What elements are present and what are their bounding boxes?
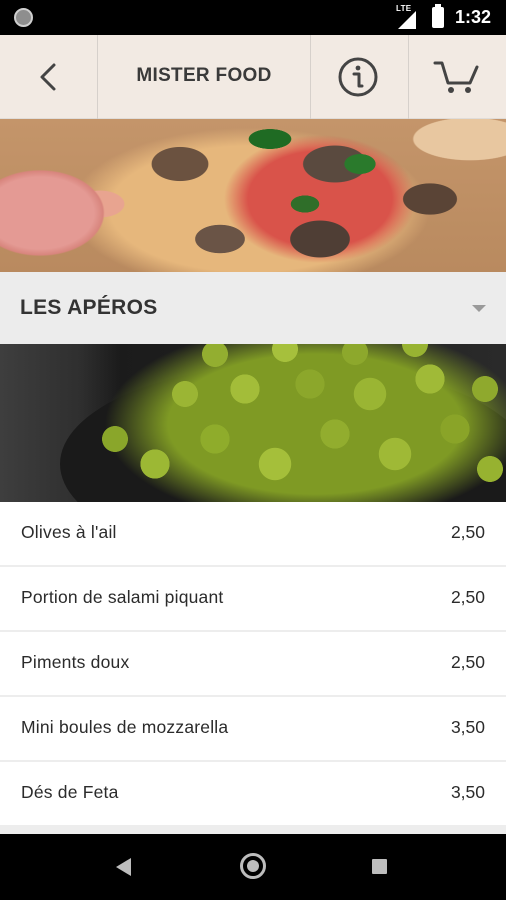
nav-home-icon[interactable] — [240, 853, 266, 879]
menu-item-price: 2,50 — [450, 652, 485, 672]
signal-icon — [398, 11, 416, 29]
menu-item-name: Dés de Feta — [21, 782, 119, 802]
notification-dot-icon — [14, 8, 33, 27]
header-hero: MISTER FOOD — [0, 35, 506, 272]
category-image — [0, 344, 506, 502]
nav-back-icon[interactable] — [116, 858, 131, 876]
menu-item[interactable]: Portion de salami piquant 2,50 — [0, 567, 506, 630]
menu-item[interactable]: Dés de Feta 3,50 — [0, 762, 506, 825]
menu-list: Olives à l'ail 2,50 Portion de salami pi… — [0, 502, 506, 834]
menu-item-name: Olives à l'ail — [21, 522, 117, 542]
category-label: LES APÉROS — [20, 296, 158, 319]
info-icon[interactable] — [336, 55, 380, 99]
status-time: 1:32 — [455, 7, 492, 27]
battery-icon — [432, 4, 444, 28]
menu-item-price: 2,50 — [450, 587, 485, 607]
menu-item[interactable]: Piments doux 2,50 — [0, 632, 506, 695]
cart-icon[interactable] — [433, 55, 481, 97]
app-title: MISTER FOOD — [136, 65, 272, 86]
menu-item[interactable]: Mini boules de mozzarella 3,50 — [0, 697, 506, 760]
menu-item-price: 2,50 — [450, 522, 485, 542]
menu-item[interactable]: Olives à l'ail 2,50 — [0, 502, 506, 565]
menu-item-name: Portion de salami piquant — [21, 587, 224, 607]
menu-item-name: Mini boules de mozzarella — [21, 717, 229, 737]
navigation-bar — [0, 834, 506, 900]
top-app-bar: MISTER FOOD — [0, 35, 506, 119]
category-dropdown[interactable]: LES APÉROS — [0, 272, 506, 344]
topbar-divider — [310, 35, 311, 119]
menu-item-price: 3,50 — [450, 717, 485, 737]
hand-image — [0, 143, 130, 272]
back-icon[interactable] — [30, 57, 70, 97]
menu-item-price: 3,50 — [450, 782, 485, 802]
nav-recents-icon[interactable] — [372, 859, 387, 874]
olives-image — [95, 344, 506, 502]
menu-item-name: Piments doux — [21, 652, 130, 672]
topbar-divider — [408, 35, 409, 119]
status-bar: LTE 1:32 — [0, 0, 506, 35]
chevron-down-icon — [472, 305, 486, 312]
